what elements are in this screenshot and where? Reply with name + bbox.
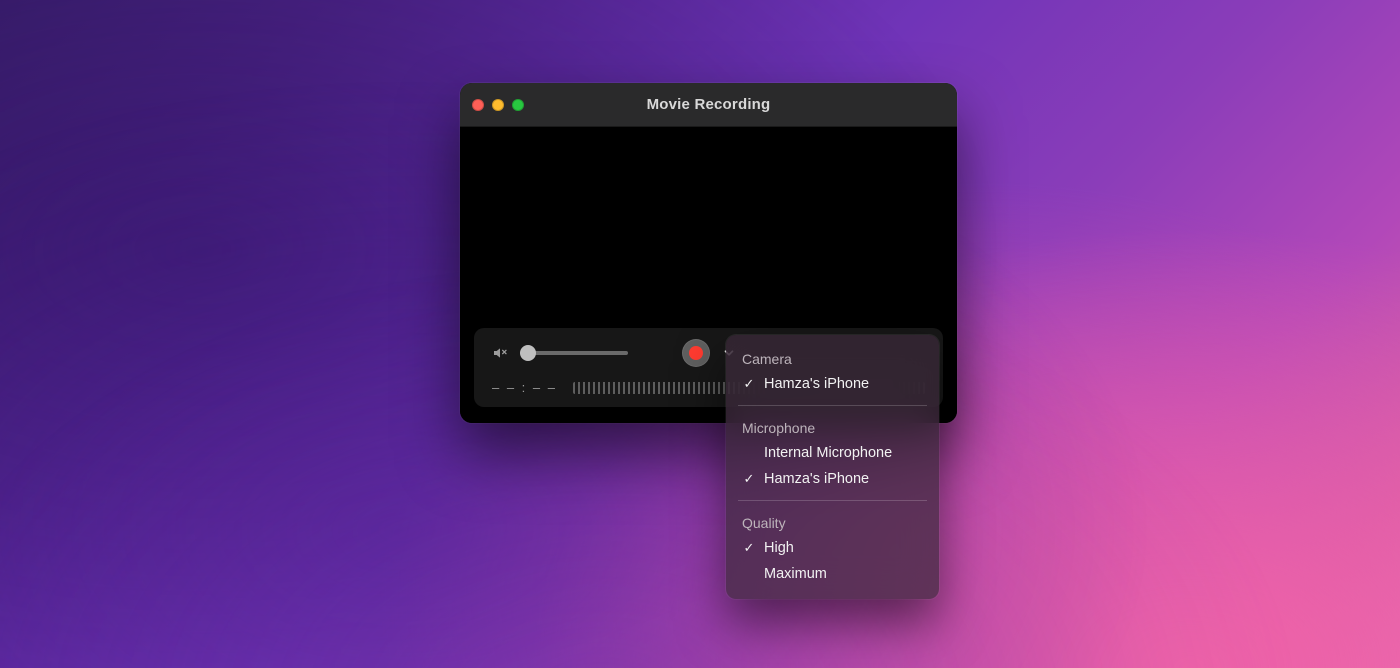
menu-item-label: Hamza's iPhone	[764, 376, 869, 392]
menu-section-camera: Camera	[726, 345, 939, 371]
menu-item-label: Internal Microphone	[764, 445, 892, 461]
zoom-window-button[interactable]	[512, 99, 524, 111]
volume-slider-thumb[interactable]	[520, 345, 536, 361]
record-button[interactable]	[682, 339, 710, 367]
elapsed-time: – – : – –	[492, 380, 557, 395]
menu-item-mic-hamzas-iphone[interactable]: ✓ Hamza's iPhone	[726, 466, 939, 492]
checkmark-icon: ✓	[742, 540, 756, 556]
menu-separator	[738, 405, 927, 406]
checkmark-icon: ✓	[742, 376, 756, 392]
menu-section-quality: Quality	[726, 509, 939, 535]
menu-item-quality-maximum[interactable]: ✓ Maximum	[726, 561, 939, 587]
recording-options-menu: Camera ✓ Hamza's iPhone Microphone ✓ Int…	[726, 335, 939, 599]
menu-item-label: High	[764, 540, 794, 556]
minimize-window-button[interactable]	[492, 99, 504, 111]
menu-item-mic-internal[interactable]: ✓ Internal Microphone	[726, 440, 939, 466]
menu-item-label: Hamza's iPhone	[764, 471, 869, 487]
record-icon	[689, 346, 703, 360]
menu-item-quality-high[interactable]: ✓ High	[726, 535, 939, 561]
checkmark-icon: ✓	[742, 471, 756, 487]
window-title: Movie Recording	[647, 96, 771, 113]
menu-item-label: Maximum	[764, 566, 827, 582]
menu-item-camera-hamzas-iphone[interactable]: ✓ Hamza's iPhone	[726, 371, 939, 397]
window-controls	[472, 99, 524, 111]
titlebar[interactable]: Movie Recording	[460, 83, 957, 127]
volume-muted-icon	[492, 345, 508, 361]
menu-separator	[738, 500, 927, 501]
volume-slider[interactable]	[520, 351, 628, 355]
close-window-button[interactable]	[472, 99, 484, 111]
menu-section-microphone: Microphone	[726, 414, 939, 440]
